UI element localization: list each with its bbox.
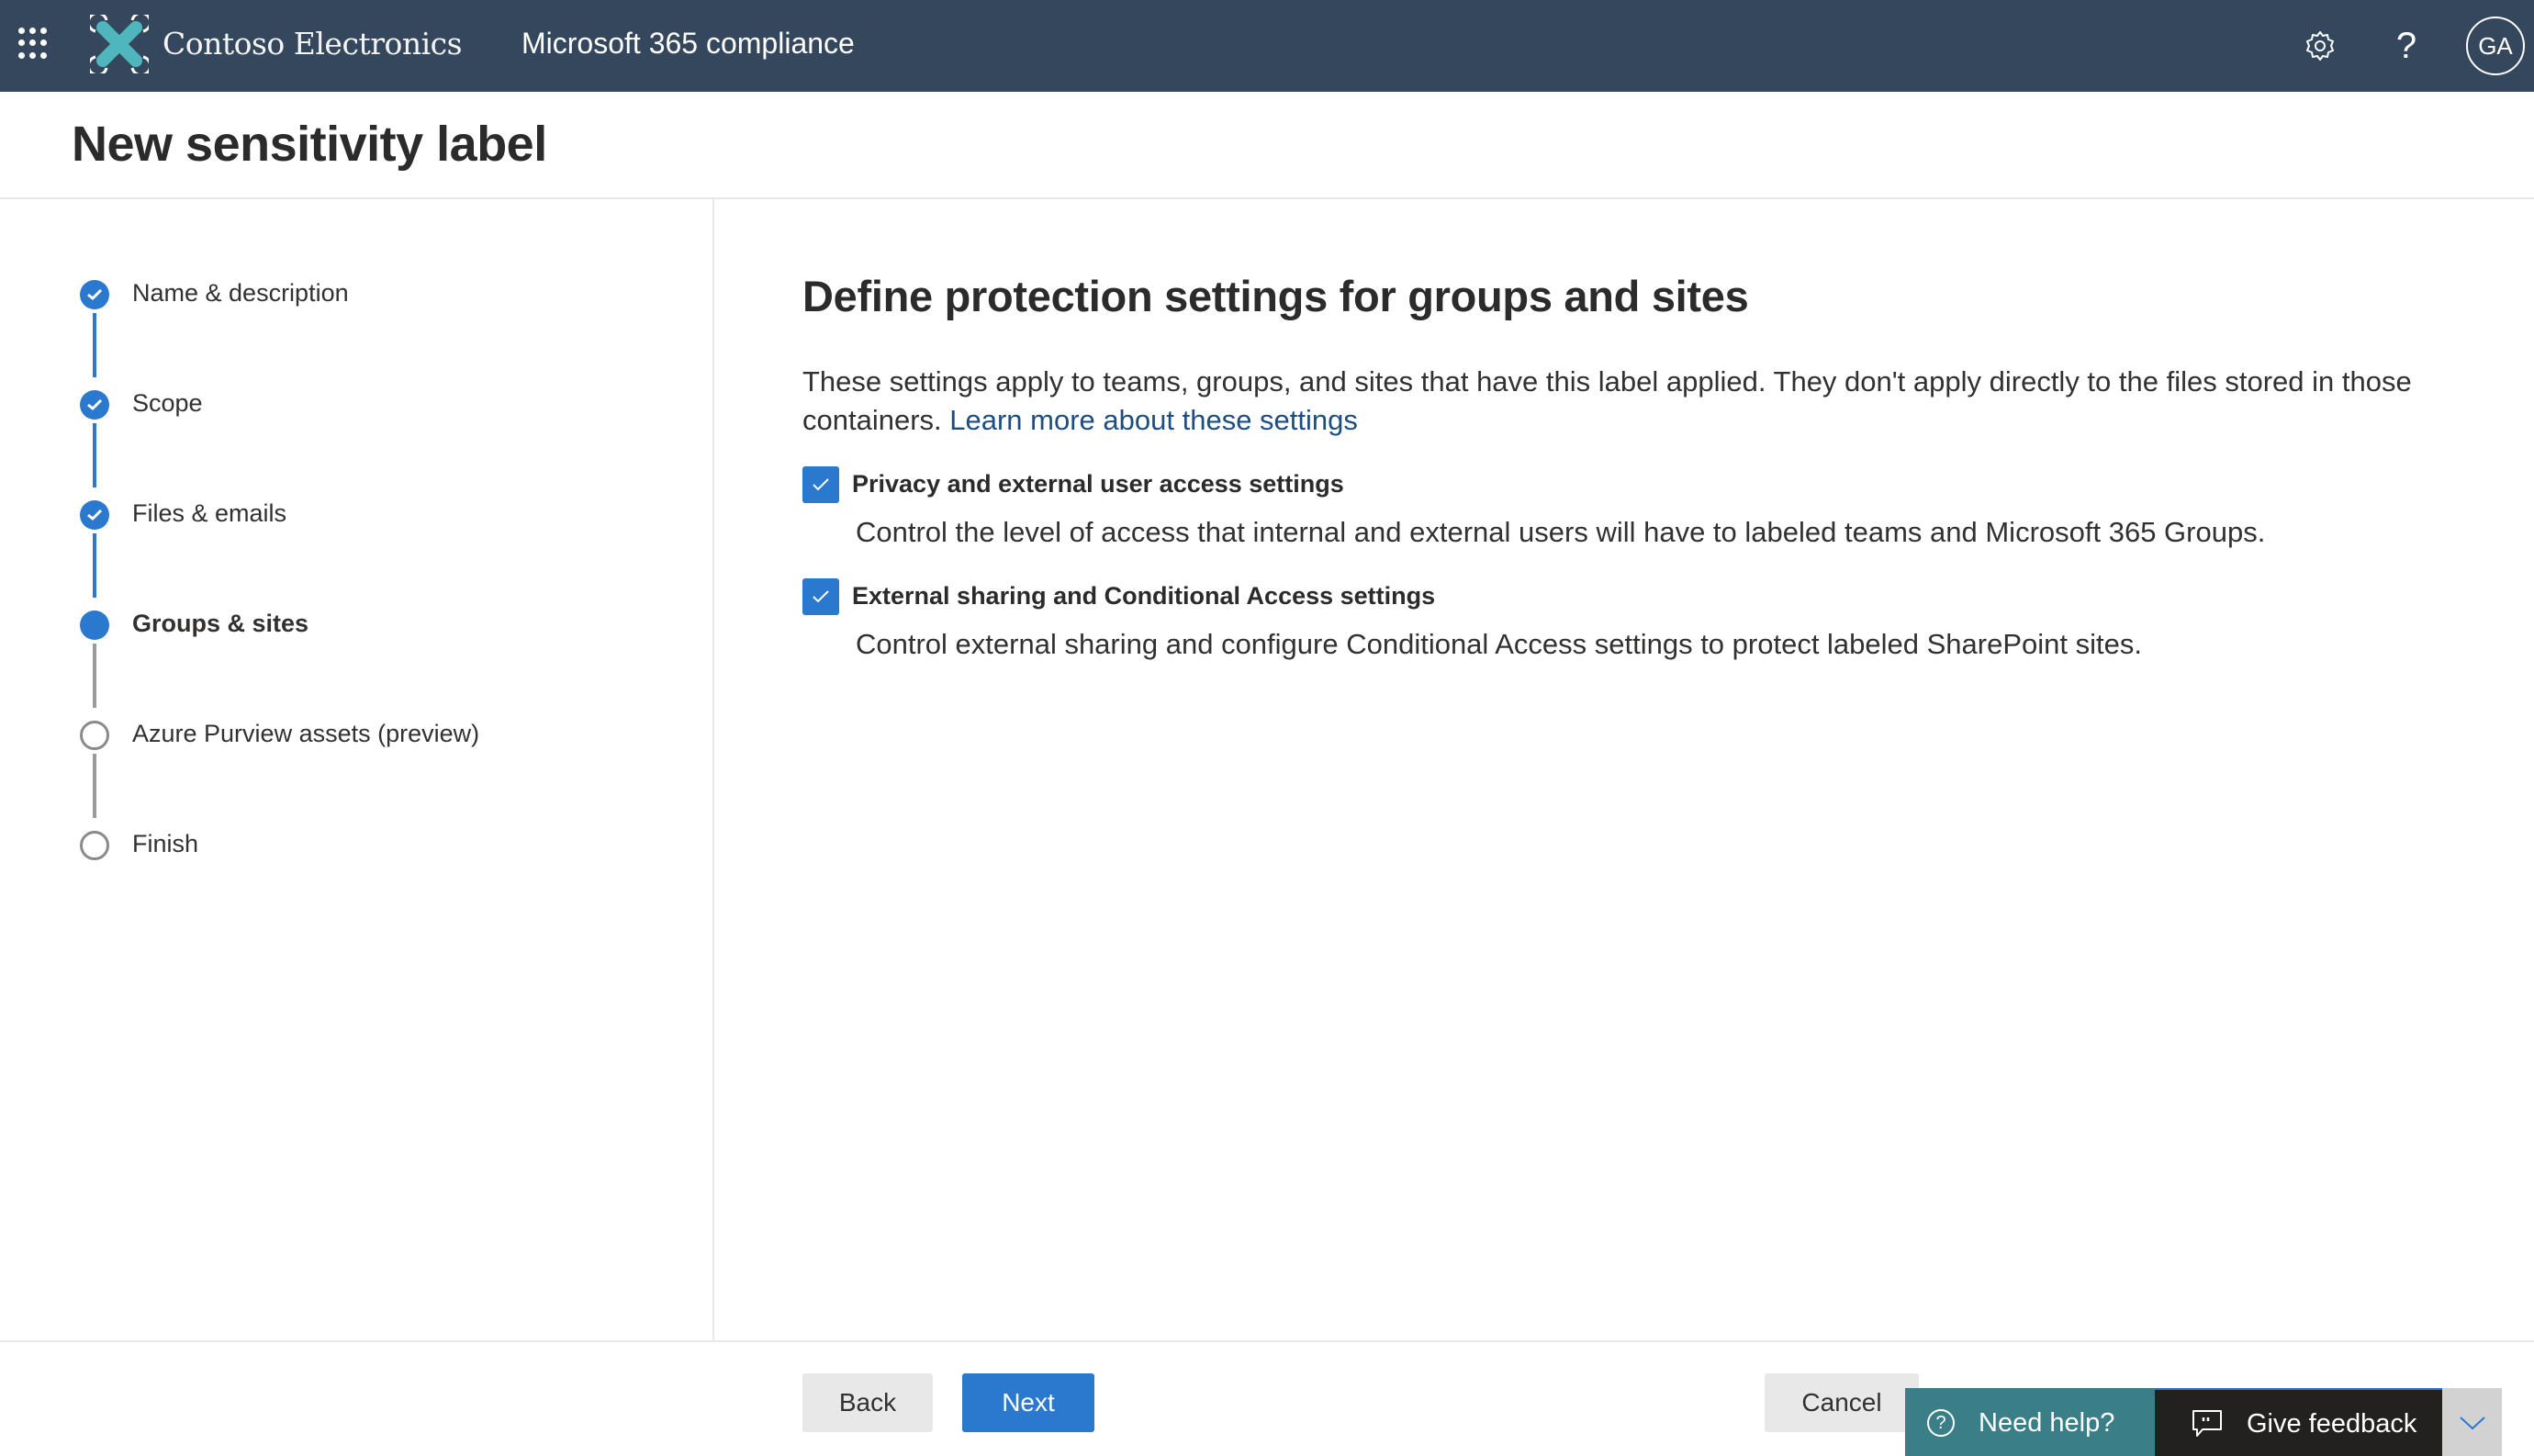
give-feedback-label: Give feedback bbox=[2247, 1408, 2417, 1439]
step-completed-check-icon bbox=[80, 390, 109, 420]
step-label: Finish bbox=[132, 830, 199, 857]
give-feedback-button[interactable]: Give feedback bbox=[2155, 1388, 2442, 1456]
wizard-step-azure-purview-assets[interactable]: Azure Purview assets (preview) bbox=[0, 708, 707, 763]
option-label[interactable]: External sharing and Conditional Access … bbox=[852, 582, 1435, 610]
step-label: Files & emails bbox=[132, 499, 287, 527]
contoso-logo-icon[interactable] bbox=[86, 11, 152, 77]
step-connector bbox=[93, 644, 96, 708]
step-completed-check-icon bbox=[80, 280, 109, 309]
wizard-footer: Back Next Cancel ? Need help? Give feedb… bbox=[0, 1340, 2534, 1456]
app-launcher-icon[interactable] bbox=[18, 28, 51, 61]
step-connector bbox=[93, 533, 96, 598]
option-description: Control the level of access that interna… bbox=[856, 516, 2266, 548]
user-avatar[interactable]: GA bbox=[2466, 17, 2525, 75]
step-connector bbox=[93, 313, 96, 377]
step-pending-circle-icon bbox=[80, 721, 109, 750]
wizard-step-files-emails[interactable]: Files & emails bbox=[0, 487, 707, 543]
chevron-down-icon bbox=[2459, 1417, 2485, 1430]
step-connector bbox=[93, 754, 96, 818]
feedback-speech-bubble-icon bbox=[2192, 1410, 2222, 1437]
top-navigation-bar: Contoso Electronics Microsoft 365 compli… bbox=[0, 0, 2534, 92]
external-sharing-checkbox[interactable] bbox=[802, 578, 839, 615]
wizard-step-name-description[interactable]: Name & description bbox=[0, 267, 707, 322]
help-circle-icon: ? bbox=[1927, 1409, 1955, 1437]
checkmark-icon bbox=[813, 590, 829, 603]
section-heading: Define protection settings for groups an… bbox=[802, 272, 1749, 320]
wizard-step-finish[interactable]: Finish bbox=[0, 818, 707, 873]
wizard-step-groups-sites[interactable]: Groups & sites bbox=[0, 598, 707, 653]
privacy-access-checkbox[interactable] bbox=[802, 466, 839, 503]
page-title: New sensitivity label bbox=[72, 117, 547, 172]
wizard-step-scope[interactable]: Scope bbox=[0, 377, 707, 432]
step-label: Groups & sites bbox=[132, 610, 309, 637]
step-label: Azure Purview assets (preview) bbox=[132, 720, 480, 747]
learn-more-link[interactable]: Learn more about these settings bbox=[949, 404, 1358, 436]
need-help-label: Need help? bbox=[1979, 1407, 2115, 1438]
main-content: Define protection settings for groups an… bbox=[714, 199, 2534, 1340]
step-label: Scope bbox=[132, 389, 203, 417]
collapse-feedback-button[interactable] bbox=[2442, 1388, 2502, 1456]
option-label[interactable]: Privacy and external user access setting… bbox=[852, 470, 1344, 498]
app-name[interactable]: Microsoft 365 compliance bbox=[521, 27, 855, 61]
back-button[interactable]: Back bbox=[802, 1373, 933, 1432]
step-connector bbox=[93, 423, 96, 487]
checkmark-icon bbox=[813, 478, 829, 491]
wizard-steps-panel: Name & description Scope Files & emails … bbox=[0, 199, 714, 1340]
section-description: These settings apply to teams, groups, a… bbox=[802, 363, 2492, 440]
cancel-button[interactable]: Cancel bbox=[1765, 1373, 1919, 1432]
help-question-icon[interactable]: ? bbox=[2383, 23, 2429, 69]
option-description: Control external sharing and configure C… bbox=[856, 628, 2142, 660]
settings-gear-icon[interactable] bbox=[2297, 23, 2343, 69]
step-current-dot-icon bbox=[80, 610, 109, 640]
step-completed-check-icon bbox=[80, 500, 109, 530]
need-help-button[interactable]: ? Need help? bbox=[1905, 1388, 2155, 1456]
next-button[interactable]: Next bbox=[962, 1373, 1094, 1432]
step-pending-circle-icon bbox=[80, 831, 109, 860]
brand-name[interactable]: Contoso Electronics bbox=[163, 26, 463, 62]
title-bar: New sensitivity label bbox=[0, 92, 2534, 199]
step-label: Name & description bbox=[132, 279, 349, 307]
